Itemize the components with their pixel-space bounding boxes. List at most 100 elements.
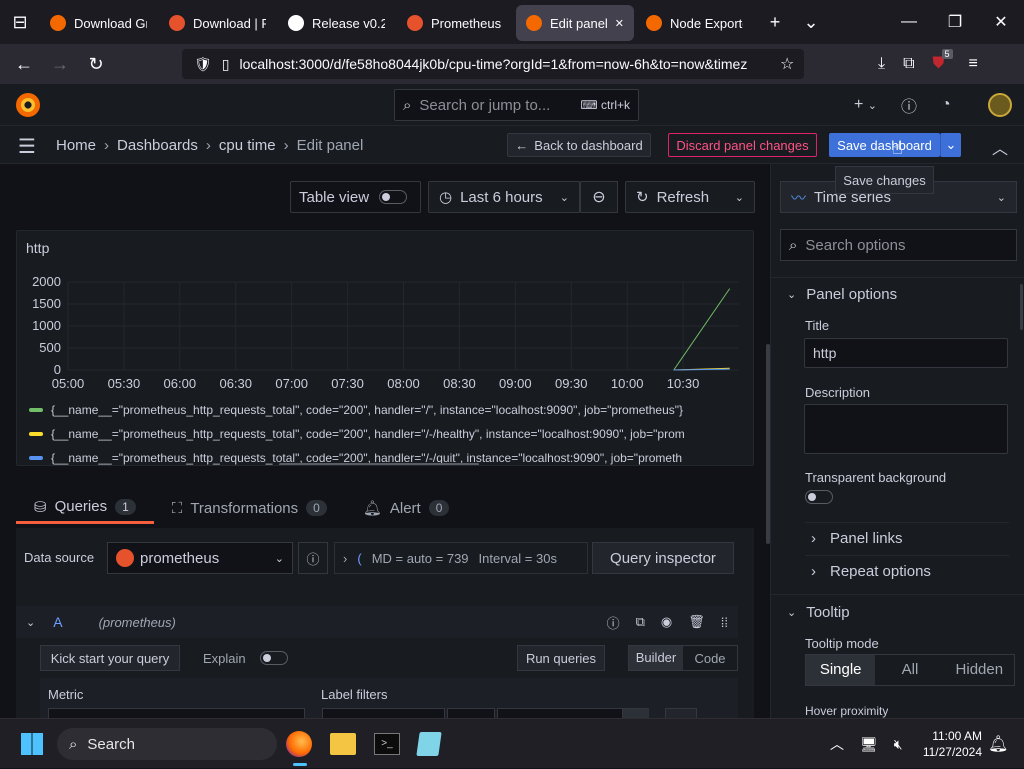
windows-start-icon[interactable] [21, 733, 43, 755]
close-tab-icon[interactable]: ✕ [615, 17, 624, 30]
explain-toggle[interactable]: Explain [203, 645, 288, 671]
clock[interactable]: 11:00 AM 11/27/2024 [912, 728, 982, 760]
description-textarea[interactable] [804, 404, 1008, 454]
breadcrumb-item[interactable]: Home [56, 137, 96, 154]
datasource-picker[interactable]: prometheus ⌄ [107, 542, 293, 574]
discard-panel-changes-button[interactable]: Discard panel changes [668, 133, 817, 157]
tooltip-mode-single[interactable]: Single [806, 655, 876, 685]
notepad-icon[interactable] [416, 732, 442, 756]
bookmark-star-icon[interactable]: ☆ [780, 54, 794, 74]
legend-item[interactable]: {__name__="prometheus_http_requests_tota… [29, 427, 685, 441]
help-icon[interactable]: ⓘ [607, 613, 620, 632]
volume-muted-icon[interactable]: 🔇︎ [894, 736, 903, 753]
news-icon[interactable]: ◔ [941, 96, 951, 114]
right-pane-scrollbar[interactable] [1020, 284, 1023, 330]
chevron-up-icon[interactable]: ︿ [992, 135, 1008, 159]
legend-scrollbar[interactable] [279, 463, 479, 465]
query-options[interactable]: › ( MD = auto = 739 Interval = 30s [334, 542, 588, 574]
query-row-header[interactable]: ⌄ A (prometheus) ⓘ ⧉ ◉ 🗑︎ ⁞⁞ [16, 606, 738, 638]
arrow-left-icon: ← [515, 137, 529, 153]
pane-splitter[interactable] [0, 474, 770, 476]
query-inspector-button[interactable]: Query inspector [592, 542, 734, 574]
title-input[interactable]: http [804, 338, 1008, 368]
refresh-button[interactable]: ↻ Refresh ⌄ [625, 181, 755, 213]
save-dashboard-button[interactable]: Save dashboard [829, 133, 940, 157]
chevron-up-icon[interactable]: ︿ [830, 734, 844, 754]
duplicate-icon[interactable]: ⧉ [636, 614, 645, 630]
grafana-logo-icon[interactable] [16, 93, 40, 117]
zoom-out-button[interactable]: ⊖ [580, 181, 618, 213]
breadcrumb-item[interactable]: cpu time [219, 137, 276, 154]
search-options-input[interactable]: ⌕ Search options [780, 229, 1017, 261]
table-view-toggle[interactable]: Table view [290, 181, 421, 213]
help-icon[interactable]: ⓘ [901, 93, 917, 117]
search-input[interactable]: ⌕ Search or jump to... ⌨ ctrl+k [394, 89, 639, 121]
notifications-icon[interactable]: 🔔︎ [988, 734, 1008, 754]
datasource-help-icon[interactable]: ⓘ [298, 542, 328, 574]
ublock-icon[interactable]: ⛊ 5 [933, 49, 953, 73]
legend-item[interactable]: {__name__="prometheus_http_requests_tota… [29, 403, 683, 417]
chevron-down-icon: ⌄ [787, 607, 797, 619]
label-filter-value-select[interactable] [497, 708, 623, 718]
table-view-switch[interactable] [379, 190, 408, 204]
chevron-down-icon[interactable]: ⌄ [793, 12, 829, 33]
label-filter-remove-button[interactable] [623, 708, 649, 718]
breadcrumb-item[interactable]: Dashboards [117, 137, 198, 154]
restore-icon[interactable]: ❐ [932, 12, 978, 32]
panel-options-section[interactable]: ⌄ Panel options [787, 286, 897, 303]
avatar[interactable] [988, 93, 1012, 117]
menu-icon[interactable]: ≡ [969, 55, 978, 73]
browser-tab[interactable]: Download Gra [40, 5, 157, 41]
url-bar[interactable]: 🛡 ▯ localhost:3000/d/fe58ho8044jk0b/cpu-… [182, 49, 804, 79]
firefox-icon[interactable] [286, 731, 312, 757]
eye-icon[interactable]: ◉ [661, 614, 672, 630]
close-icon[interactable]: ✕ [978, 12, 1024, 32]
transparent-background-switch[interactable] [805, 490, 833, 504]
network-icon[interactable]: 🖥︎ [860, 736, 878, 753]
repeat-options-section[interactable]: › Repeat options [811, 563, 931, 580]
browser-tab[interactable]: Prometheus T [397, 5, 514, 41]
title-label: Title [805, 318, 830, 333]
trash-icon[interactable]: 🗑︎ [688, 614, 705, 630]
tab-list-icon[interactable]: ⊟ [0, 12, 40, 33]
tab-transformations[interactable]: ⛶ Transformations 0 [154, 492, 345, 524]
metric-select[interactable] [48, 708, 305, 718]
reload-icon[interactable]: ↻ [78, 54, 114, 75]
x-tick-label: 08:00 [387, 376, 420, 391]
browser-tab[interactable]: Download | Pr [159, 5, 276, 41]
tooltip-mode-hidden[interactable]: Hidden [945, 655, 1014, 685]
add-icon[interactable]: + ⌄ [854, 96, 877, 114]
browser-tab[interactable]: Release v0.29. [278, 5, 395, 41]
code-mode-button[interactable]: Code [683, 651, 737, 666]
taskbar-search[interactable]: ⌕ Search [57, 728, 277, 760]
time-range-picker[interactable]: ◷ Last 6 hours ⌄ [428, 181, 580, 213]
terminal-icon[interactable]: >_ [374, 733, 400, 755]
label-filter-add-button[interactable] [665, 708, 697, 718]
query-letter: A [53, 614, 63, 630]
minimize-icon[interactable]: — [886, 13, 932, 31]
label-filter-key-select[interactable] [322, 708, 445, 718]
tooltip-section[interactable]: ⌄ Tooltip [787, 604, 850, 621]
back-icon[interactable]: ← [6, 54, 42, 75]
extensions-icon[interactable]: ⧉ [903, 55, 914, 73]
explain-switch[interactable] [259, 651, 288, 665]
label-filter-op-select[interactable] [447, 708, 495, 718]
save-options-chevron-icon[interactable]: ⌄ [940, 133, 961, 157]
kick-start-button[interactable]: Kick start your query [40, 645, 180, 671]
panel-links-section[interactable]: › Panel links [811, 530, 903, 547]
file-explorer-icon[interactable] [330, 733, 356, 755]
hamburger-menu-icon[interactable]: ☰ [18, 134, 36, 159]
chevron-down-icon[interactable]: ⌄ [26, 616, 35, 629]
forward-icon[interactable]: → [42, 54, 78, 75]
download-icon[interactable]: ⤓ [878, 55, 885, 73]
tooltip-mode-all[interactable]: All [875, 655, 944, 685]
back-to-dashboard-button[interactable]: ← Back to dashboard [507, 133, 651, 157]
run-queries-button[interactable]: Run queries [517, 645, 605, 671]
tab-queries[interactable]: ⛁ Queries 1 [16, 492, 154, 524]
builder-mode-button[interactable]: Builder [629, 646, 683, 670]
new-tab-icon[interactable]: + [757, 12, 793, 33]
browser-tab[interactable]: Node Exporte [636, 5, 753, 41]
tab-alert[interactable]: 🔔︎ Alert 0 [345, 492, 468, 524]
drag-handle-icon[interactable]: ⁞⁞ [721, 615, 728, 630]
browser-tab[interactable]: Edit panel - ✕ [516, 5, 634, 41]
